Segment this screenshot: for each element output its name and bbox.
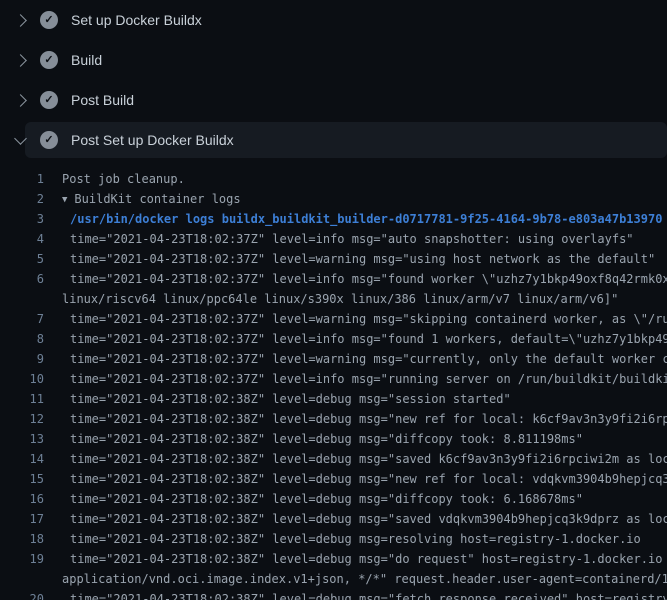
line-number[interactable] <box>0 569 44 589</box>
log-line: 8 time="2021-04-23T18:02:37Z" level=info… <box>0 329 667 349</box>
step-label: Set up Docker Buildx <box>71 12 202 28</box>
line-number[interactable]: 15 <box>0 469 44 489</box>
check-circle-icon: ✓ <box>40 51 58 69</box>
line-number[interactable]: 8 <box>0 329 44 349</box>
log-line: 5 time="2021-04-23T18:02:37Z" level=warn… <box>0 249 667 269</box>
line-number[interactable] <box>0 289 44 309</box>
line-number[interactable]: 16 <box>0 489 44 509</box>
line-number[interactable]: 6 <box>0 269 44 289</box>
log-text: time="2021-04-23T18:02:38Z" level=debug … <box>62 409 667 429</box>
step-label: Build <box>71 52 102 68</box>
line-number[interactable]: 4 <box>0 229 44 249</box>
log-line: 16 time="2021-04-23T18:02:38Z" level=deb… <box>0 489 667 509</box>
log-line: linux/riscv64 linux/ppc64le linux/s390x … <box>0 289 667 309</box>
line-number[interactable]: 12 <box>0 409 44 429</box>
line-number[interactable]: 17 <box>0 509 44 529</box>
log-text: time="2021-04-23T18:02:38Z" level=debug … <box>62 389 511 409</box>
line-number[interactable]: 5 <box>0 249 44 269</box>
log-line: 20 time="2021-04-23T18:02:38Z" level=deb… <box>0 589 667 600</box>
log-text: time="2021-04-23T18:02:38Z" level=debug … <box>62 529 641 549</box>
line-number[interactable]: 13 <box>0 429 44 449</box>
check-circle-icon: ✓ <box>40 11 58 29</box>
log-line: 1 Post job cleanup. <box>0 169 667 189</box>
group-toggle-icon[interactable]: ▼ <box>62 195 67 205</box>
log-line: 3 /usr/bin/docker logs buildx_buildkit_b… <box>0 209 667 229</box>
log-line: 12 time="2021-04-23T18:02:38Z" level=deb… <box>0 409 667 429</box>
line-number[interactable]: 18 <box>0 529 44 549</box>
log-viewer: 1 Post job cleanup. 2 ▼BuildKit containe… <box>0 160 667 600</box>
log-text: time="2021-04-23T18:02:38Z" level=debug … <box>62 469 667 489</box>
log-text: time="2021-04-23T18:02:38Z" level=debug … <box>62 429 583 449</box>
line-number[interactable]: 3 <box>0 209 44 229</box>
actions-log-panel: ✓ Set up Docker Buildx ✓ Build ✓ Post Bu… <box>0 0 667 600</box>
log-text: time="2021-04-23T18:02:38Z" level=debug … <box>62 509 667 529</box>
log-text: time="2021-04-23T18:02:37Z" level=info m… <box>62 229 634 249</box>
log-text: time="2021-04-23T18:02:37Z" level=warnin… <box>62 349 667 369</box>
log-text: time="2021-04-23T18:02:37Z" level=warnin… <box>62 249 655 269</box>
log-text: time="2021-04-23T18:02:37Z" level=warnin… <box>62 309 667 329</box>
log-line: 2 ▼BuildKit container logs <box>0 189 667 209</box>
line-number[interactable]: 10 <box>0 369 44 389</box>
line-number[interactable]: 7 <box>0 309 44 329</box>
log-text: time="2021-04-23T18:02:38Z" level=debug … <box>62 549 667 569</box>
log-text: application/vnd.oci.image.index.v1+json,… <box>62 569 667 589</box>
log-line: 13 time="2021-04-23T18:02:38Z" level=deb… <box>0 429 667 449</box>
step-row-post-set-up-docker-buildx[interactable]: ✓ Post Set up Docker Buildx <box>0 120 667 160</box>
log-line: 6 time="2021-04-23T18:02:37Z" level=info… <box>0 269 667 289</box>
check-circle-icon: ✓ <box>40 131 58 149</box>
log-line: application/vnd.oci.image.index.v1+json,… <box>0 569 667 589</box>
log-text: time="2021-04-23T18:02:38Z" level=debug … <box>62 449 667 469</box>
step-label: Post Set up Docker Buildx <box>71 132 234 148</box>
log-line: 10 time="2021-04-23T18:02:37Z" level=inf… <box>0 369 667 389</box>
step-row-set-up-docker-buildx[interactable]: ✓ Set up Docker Buildx <box>0 0 667 40</box>
log-text: time="2021-04-23T18:02:37Z" level=info m… <box>62 329 667 349</box>
line-number[interactable]: 11 <box>0 389 44 409</box>
log-line: 11 time="2021-04-23T18:02:38Z" level=deb… <box>0 389 667 409</box>
step-list: ✓ Set up Docker Buildx ✓ Build ✓ Post Bu… <box>0 0 667 160</box>
log-line: 9 time="2021-04-23T18:02:37Z" level=warn… <box>0 349 667 369</box>
log-text: linux/riscv64 linux/ppc64le linux/s390x … <box>62 289 618 309</box>
log-line: 19 time="2021-04-23T18:02:38Z" level=deb… <box>0 549 667 569</box>
line-number[interactable]: 20 <box>0 589 44 600</box>
log-text: time="2021-04-23T18:02:38Z" level=debug … <box>62 589 667 600</box>
line-number[interactable]: 2 <box>0 189 44 209</box>
line-number[interactable]: 9 <box>0 349 44 369</box>
line-number[interactable]: 1 <box>0 169 44 189</box>
log-line: 17 time="2021-04-23T18:02:38Z" level=deb… <box>0 509 667 529</box>
line-number[interactable]: 19 <box>0 549 44 569</box>
log-text: time="2021-04-23T18:02:37Z" level=info m… <box>62 369 667 389</box>
step-row-build[interactable]: ✓ Build <box>0 40 667 80</box>
log-text: /usr/bin/docker logs buildx_buildkit_bui… <box>62 209 662 229</box>
log-line: 7 time="2021-04-23T18:02:37Z" level=warn… <box>0 309 667 329</box>
check-circle-icon: ✓ <box>40 91 58 109</box>
log-line: 14 time="2021-04-23T18:02:38Z" level=deb… <box>0 449 667 469</box>
line-number[interactable]: 14 <box>0 449 44 469</box>
log-line: 4 time="2021-04-23T18:02:37Z" level=info… <box>0 229 667 249</box>
log-line: 18 time="2021-04-23T18:02:38Z" level=deb… <box>0 529 667 549</box>
log-line: 15 time="2021-04-23T18:02:38Z" level=deb… <box>0 469 667 489</box>
log-text: time="2021-04-23T18:02:38Z" level=debug … <box>62 489 583 509</box>
log-text: Post job cleanup. <box>62 169 185 189</box>
step-label: Post Build <box>71 92 134 108</box>
log-text: time="2021-04-23T18:02:37Z" level=info m… <box>62 269 667 289</box>
log-text: ▼BuildKit container logs <box>62 189 241 209</box>
step-row-post-build[interactable]: ✓ Post Build <box>0 80 667 120</box>
